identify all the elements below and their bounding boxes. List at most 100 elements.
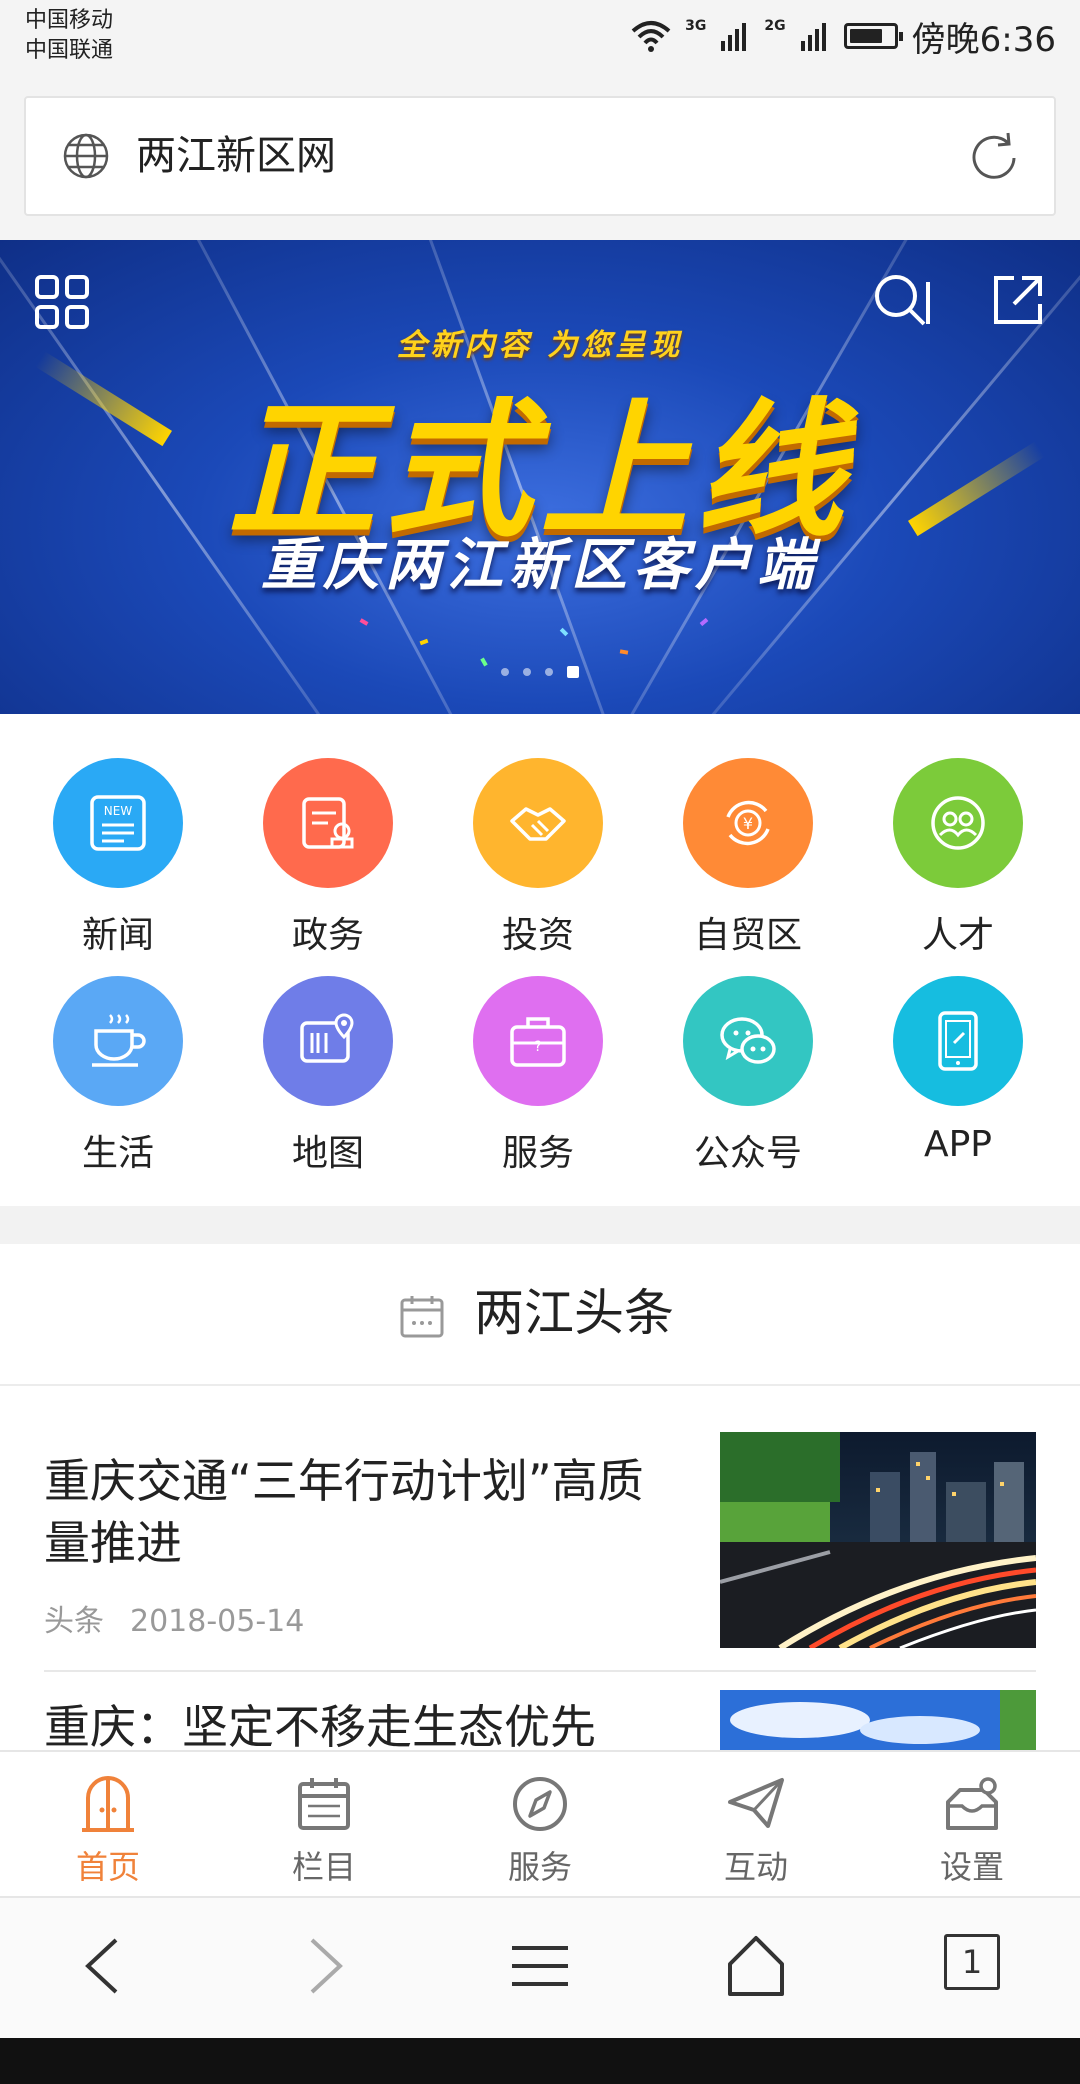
- quick-link-app[interactable]: APP: [858, 976, 1058, 1176]
- forward-icon[interactable]: [290, 1934, 354, 1998]
- news-title[interactable]: 重庆交通“三年行动计划”高质量推进: [44, 1450, 664, 1574]
- quick-link-circle: [473, 758, 603, 888]
- quick-link-label: 人才: [921, 915, 994, 956]
- quick-link-circle: [53, 976, 183, 1106]
- wifi-icon: [631, 21, 671, 52]
- quick-link-circle: [683, 976, 813, 1106]
- quick-link-label: 自贸区: [693, 915, 802, 956]
- banner-subtitle: 重庆两江新区客户端: [261, 533, 819, 598]
- quick-link-label: 公众号: [693, 1133, 802, 1174]
- quick-link-circle: [263, 976, 393, 1106]
- battery-level: [849, 29, 882, 43]
- quick-link-circle: [893, 758, 1023, 888]
- menu-icon[interactable]: [508, 1934, 572, 1998]
- carousel-dots[interactable]: [0, 666, 1080, 678]
- quick-link-investment[interactable]: 投资: [438, 758, 638, 958]
- news-date: 2018-05-14: [130, 1604, 305, 1639]
- carrier-1: 中国移动: [25, 8, 114, 33]
- city-night-traffic-image: [720, 1432, 1036, 1648]
- quick-link-service[interactable]: ? 服务: [438, 976, 638, 1176]
- battery-icon: [843, 23, 903, 49]
- site-title: 两江新区网: [136, 133, 336, 179]
- calendar-icon: [400, 1296, 444, 1338]
- quick-link-circle: ?: [473, 976, 603, 1106]
- quick-link-talent[interactable]: 人才: [858, 758, 1058, 958]
- quick-link-map[interactable]: 地图: [228, 976, 428, 1176]
- quick-link-label: 投资: [501, 915, 574, 956]
- carousel-dot[interactable]: [523, 668, 531, 676]
- quick-link-government[interactable]: 政务: [228, 758, 428, 958]
- tab-interaction[interactable]: 互动: [648, 1752, 864, 1898]
- home-icon[interactable]: [724, 1934, 788, 1998]
- quick-link-label: 服务: [501, 1133, 574, 1174]
- clock: 傍晚6:36: [911, 19, 1056, 60]
- carrier-info: 中国移动 中国联通: [25, 6, 113, 66]
- headlines-header: 两江头条: [0, 1244, 1080, 1386]
- bottom-tab-bar: 首页 栏目 服务 互动 设置: [0, 1750, 1080, 1896]
- tab-label: 首页: [75, 1848, 140, 1886]
- blue-sky-image: [720, 1690, 1036, 1750]
- quick-link-life[interactable]: 生活: [18, 976, 218, 1176]
- handshake-icon: [510, 807, 566, 841]
- address-bar[interactable]: 两江新区网: [24, 96, 1056, 216]
- news-item[interactable]: 重庆交通“三年行动计划”高质量推进 头条 2018-05-14: [44, 1386, 1036, 1672]
- system-navigation-bar: [0, 2038, 1080, 2084]
- briefcase-icon: ?: [510, 1017, 566, 1067]
- tab-label: 服务: [507, 1848, 572, 1886]
- news-thumbnail[interactable]: [720, 1432, 1036, 1648]
- promo-banner[interactable]: 全新内容 为您呈现 正式上线 重庆两江新区客户端: [0, 240, 1080, 714]
- tab-label: 设置: [939, 1848, 1004, 1886]
- paper-plane-icon: [728, 1778, 784, 1828]
- carrier-2: 中国联通: [25, 38, 114, 63]
- tablet-icon: [938, 1011, 978, 1071]
- refresh-icon[interactable]: [964, 128, 1024, 188]
- news-item[interactable]: 重庆：坚定不移走生态优先: [44, 1690, 1036, 1750]
- tab-service[interactable]: 服务: [432, 1752, 648, 1898]
- tab-settings[interactable]: 设置: [864, 1752, 1080, 1898]
- tab-label: 互动: [723, 1848, 788, 1886]
- news-title[interactable]: 重庆：坚定不移走生态优先: [44, 1696, 684, 1750]
- quick-link-free-trade-zone[interactable]: ¥ 自贸区: [648, 758, 848, 958]
- share-icon[interactable]: [990, 272, 1046, 328]
- svg-text:¥: ¥: [743, 814, 753, 833]
- signal-2-icon: [800, 23, 826, 51]
- tabs-icon[interactable]: 1: [944, 1934, 1000, 1990]
- network-2-label: 2G: [764, 18, 786, 34]
- home-door-icon: [82, 1776, 134, 1832]
- quick-link-label: 政务: [291, 915, 364, 956]
- news-icon: NEW: [90, 795, 146, 851]
- quick-link-official-account[interactable]: 公众号: [648, 976, 848, 1176]
- carousel-dot[interactable]: [501, 668, 509, 676]
- wechat-icon: [720, 1017, 776, 1064]
- grid-icon[interactable]: [34, 274, 90, 330]
- quick-link-circle: ¥: [683, 758, 813, 888]
- signal-1-icon: [721, 23, 747, 51]
- yuan-exchange-icon: ¥: [726, 800, 770, 846]
- quick-link-label: 生活: [81, 1133, 154, 1174]
- svg-text:NEW: NEW: [104, 804, 133, 818]
- news-meta: 头条 2018-05-14: [44, 1596, 304, 1640]
- status-indicators: 3G 2G 傍晚6:36: [631, 10, 1056, 62]
- map-icon: [300, 1013, 354, 1063]
- tab-label: 栏目: [291, 1848, 356, 1886]
- quick-link-news[interactable]: NEW 新闻: [18, 758, 218, 958]
- tab-home[interactable]: 首页: [0, 1752, 216, 1898]
- tab-columns[interactable]: 栏目: [216, 1752, 432, 1898]
- quick-link-circle: [893, 976, 1023, 1106]
- globe-icon: [63, 133, 109, 179]
- search-icon[interactable]: [872, 272, 932, 332]
- people-icon: [931, 796, 985, 850]
- section-divider: [0, 1206, 1080, 1244]
- quick-link-label: APP: [923, 1124, 993, 1165]
- news-divider: [44, 1670, 1036, 1672]
- quick-links-grid: NEW 新闻 政务 投资 ¥ 自贸区 人才 生活 地图 ? 服务 公众号 APP: [0, 714, 1080, 1206]
- network-1-label: 3G: [685, 18, 707, 34]
- carousel-dot[interactable]: [567, 666, 579, 678]
- news-list: 重庆交通“三年行动计划”高质量推进 头条 2018-05-14 重庆：坚定不移走…: [0, 1386, 1080, 1750]
- back-icon[interactable]: [74, 1934, 138, 1998]
- news-thumbnail[interactable]: [720, 1690, 1036, 1750]
- browser-nav-bar: 1: [0, 1896, 1080, 2038]
- compass-icon: [513, 1777, 567, 1831]
- news-category: 头条: [44, 1604, 104, 1639]
- carousel-dot[interactable]: [545, 668, 553, 676]
